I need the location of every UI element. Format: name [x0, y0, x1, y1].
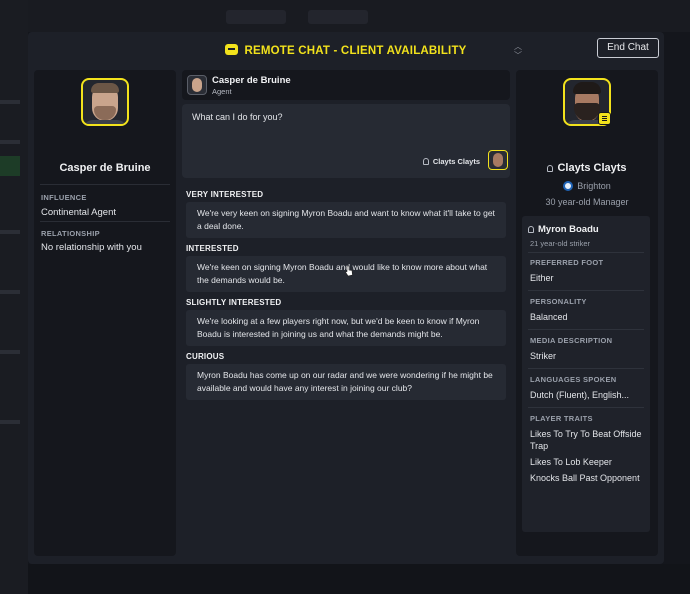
divider: [528, 329, 644, 330]
manager-panel: Clayts Clayts Brighton 30 year-old Manag…: [516, 70, 658, 556]
background-status-block: [0, 156, 20, 176]
manager-club[interactable]: Brighton: [516, 181, 658, 191]
player-subtitle: 21 year-old striker: [530, 239, 591, 248]
divider: [40, 221, 170, 222]
divider: [528, 407, 644, 408]
agent-mini-avatar: [187, 75, 207, 95]
relationship-label: RELATIONSHIP: [41, 229, 100, 238]
manager-club-text: Brighton: [577, 181, 611, 191]
player-trait: Likes To Try To Beat Offside Trap: [530, 429, 642, 451]
message-sender-name: Clayts Clayts: [432, 157, 480, 166]
modal-header: REMOTE CHAT - CLIENT AVAILABILITY ︿ ﹀ End…: [28, 32, 664, 70]
languages-label: LANGUAGES SPOKEN: [530, 375, 617, 384]
background-bar: [0, 290, 20, 294]
person-icon: [422, 158, 429, 165]
agent-name[interactable]: Casper de Bruine: [34, 162, 176, 174]
response-option-very-interested[interactable]: We're very keen on signing Myron Boadu a…: [186, 202, 506, 238]
hand-cursor-icon: [345, 265, 353, 277]
influence-label: INFLUENCE: [41, 193, 87, 202]
preferred-foot-label: PREFERRED FOOT: [530, 258, 604, 267]
player-trait: Likes To Lob Keeper: [530, 457, 612, 467]
remote-chat-modal: REMOTE CHAT - CLIENT AVAILABILITY ︿ ﹀ End…: [28, 32, 664, 564]
option-text: We're very keen on signing Myron Boadu a…: [197, 208, 495, 231]
background-bar: [0, 350, 20, 354]
divider: [528, 290, 644, 291]
personality-label: PERSONALITY: [530, 297, 587, 306]
chat-message: What can I do for you? Clayts Clayts: [182, 104, 510, 178]
manager-mini-avatar: [488, 150, 508, 170]
manager-name-text: Clayts Clayts: [557, 162, 627, 174]
end-chat-button[interactable]: End Chat: [597, 38, 659, 58]
background-bar: [0, 230, 20, 234]
option-heading: INTERESTED: [186, 244, 239, 253]
background-tabbar: [28, 0, 690, 32]
player-traits-label: PLAYER TRAITS: [530, 414, 593, 423]
option-heading: CURIOUS: [186, 352, 225, 361]
background-tab: [308, 10, 368, 24]
player-name-text: Myron Boadu: [538, 224, 599, 235]
chat-bubble-icon: [225, 44, 239, 55]
player-card: Myron Boadu 21 year-old striker PREFERRE…: [522, 216, 650, 532]
divider: [528, 252, 644, 253]
background-sidebar: [0, 0, 28, 594]
chevron-up-down-icon[interactable]: ︿ ﹀: [512, 42, 524, 60]
person-icon: [528, 226, 534, 233]
response-option-slightly-interested[interactable]: We're looking at a few players right now…: [186, 310, 506, 346]
relationship-value: No relationship with you: [41, 242, 142, 253]
club-badge-icon: [563, 181, 574, 191]
background-tab: [226, 10, 286, 24]
player-name[interactable]: Myron Boadu: [528, 224, 599, 235]
message-sender: Clayts Clayts: [422, 157, 480, 166]
option-heading: SLIGHTLY INTERESTED: [186, 298, 282, 307]
player-trait: Knocks Ball Past Opponent: [530, 473, 640, 483]
personality-value: Balanced: [530, 312, 568, 322]
agent-card: Casper de Bruine Agent: [182, 70, 510, 100]
divider: [528, 368, 644, 369]
option-text: Myron Boadu has come up on our radar and…: [197, 370, 493, 393]
background-bar: [0, 140, 20, 144]
option-heading: VERY INTERESTED: [186, 190, 264, 199]
option-text: We're looking at a few players right now…: [197, 316, 480, 339]
modal-title: REMOTE CHAT - CLIENT AVAILABILITY: [244, 45, 467, 57]
agent-card-name: Casper de Bruine: [212, 75, 291, 86]
divider: [40, 184, 170, 185]
response-option-curious[interactable]: Myron Boadu has come up on our radar and…: [186, 364, 506, 400]
agent-card-role: Agent: [212, 87, 232, 96]
influence-value: Continental Agent: [41, 207, 117, 218]
languages-value[interactable]: Dutch (Fluent), English...: [530, 389, 648, 401]
manager-name[interactable]: Clayts Clayts: [516, 162, 658, 174]
background-bar: [0, 420, 20, 424]
manager-age-role: 30 year-old Manager: [545, 197, 629, 207]
person-icon: [547, 165, 554, 172]
chat-area: Casper de Bruine Agent What can I do for…: [182, 70, 510, 556]
background-bar: [0, 100, 20, 104]
preferred-foot-value: Either: [530, 273, 554, 283]
media-description-value: Striker: [530, 351, 557, 361]
modal-title-wrap: REMOTE CHAT - CLIENT AVAILABILITY: [28, 44, 664, 57]
message-text: What can I do for you?: [192, 112, 283, 122]
background-footer: [28, 564, 690, 594]
agent-avatar[interactable]: [81, 78, 129, 126]
chat-badge-icon: [598, 112, 611, 125]
agent-panel: Casper de Bruine INFLUENCE Continental A…: [34, 70, 176, 556]
media-description-label: MEDIA DESCRIPTION: [530, 336, 613, 345]
